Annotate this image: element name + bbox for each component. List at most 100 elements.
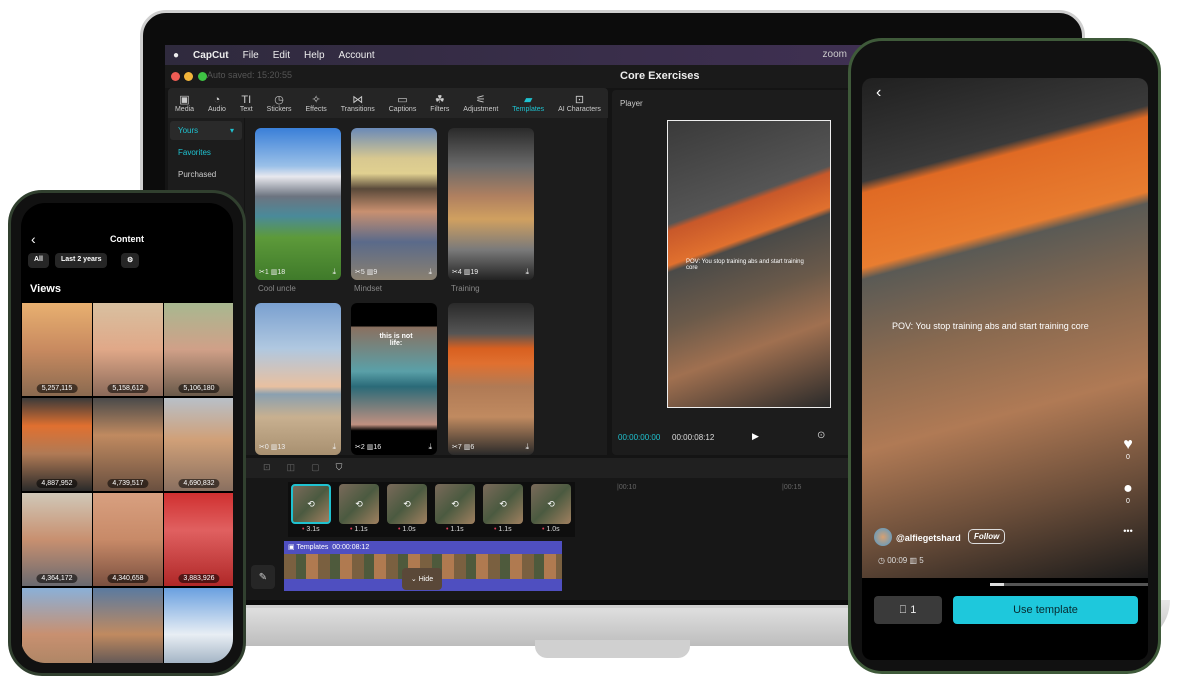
crop-icon[interactable]: ◫ <box>287 462 296 474</box>
template-card[interactable]: this is not life: ✂2 ▥16 ⤓ <box>351 303 437 455</box>
shield-icon[interactable]: ⛉ <box>336 462 343 474</box>
clip-row: ⟲ • 3.1s ⟲ • 1.1s ⟲ • 1.0s ⟲ • 1.1s ⟲ • 1.1s ⟲ • 1.… <box>288 482 575 537</box>
clip-count: 5 <box>360 269 365 276</box>
player-label: Player <box>620 99 643 108</box>
timeline-clip[interactable]: ⟲ <box>291 484 331 524</box>
template-card[interactable]: ✂1 ▥18 ⤓ <box>255 128 341 280</box>
category-purchased[interactable]: Purchased <box>170 165 242 184</box>
minimize-window-button[interactable] <box>184 72 193 81</box>
template-card[interactable]: ✂0 ▥13 ⤓ <box>255 303 341 455</box>
timeline-clip[interactable]: ⟲ <box>435 484 475 524</box>
follow-button[interactable]: Follow <box>968 529 1006 544</box>
play-icon[interactable]: ▶ <box>752 431 759 442</box>
like-button[interactable]: ♥ 0 <box>1118 436 1138 461</box>
timeline-toolbar: ⊡ ◫ ▢ ⛉ <box>245 458 865 478</box>
stickers-icon: ◷ <box>274 93 284 106</box>
category-label: Yours <box>178 126 199 135</box>
edit-icon[interactable]: ✎ <box>251 565 275 589</box>
download-icon[interactable]: ⤓ <box>332 442 336 452</box>
video-preview[interactable]: ‹ POV: You stop training abs and start t… <box>862 78 1148 578</box>
player-panel: Player POV: You stop training abs and st… <box>612 90 852 455</box>
download-icon[interactable]: ⤓ <box>428 267 432 277</box>
template-card[interactable]: ✂7 ▥6 ⤓ <box>448 303 534 455</box>
tab-label: Transitions <box>340 105 375 113</box>
view-count: 5,158,612 <box>107 384 149 393</box>
filter-all[interactable]: All <box>28 253 49 268</box>
use-template-button[interactable]: Use template <box>953 596 1138 624</box>
tab-label: Filters <box>430 105 450 113</box>
video-thumbnail[interactable]: 4,690,832 <box>164 398 233 491</box>
video-thumbnail[interactable] <box>22 588 92 663</box>
template-stats: ✂7 ▥6 <box>452 443 474 451</box>
menu-edit[interactable]: Edit <box>273 50 290 61</box>
tab-captions[interactable]: ▭ Captions <box>389 94 417 113</box>
category-favorites[interactable]: Favorites <box>170 143 242 162</box>
more-icon[interactable]: ••• <box>1118 526 1138 536</box>
playback-progress[interactable] <box>990 583 1148 586</box>
bookmark-icon: ⎕ <box>899 603 907 616</box>
video-thumbnail[interactable]: 5,106,180 <box>164 303 233 396</box>
download-icon[interactable]: ⤓ <box>525 442 529 452</box>
right-phone: ‹ POV: You stop training abs and start t… <box>848 38 1161 674</box>
maximize-window-button[interactable] <box>198 72 207 81</box>
username[interactable]: @alfiegetshard <box>896 533 961 543</box>
captions-icon: ▭ <box>397 93 408 106</box>
clip-count: 0 <box>264 444 269 451</box>
tab-transitions[interactable]: ⋈ Transitions <box>341 94 375 113</box>
video-thumbnail[interactable] <box>164 588 233 663</box>
video-thumbnail[interactable]: 3,883,926 <box>164 493 233 586</box>
template-title: Training <box>451 284 480 293</box>
video-thumbnail[interactable]: 4,887,952 <box>22 398 92 491</box>
download-icon[interactable]: ⤓ <box>428 442 432 452</box>
menu-app[interactable]: CapCut <box>193 50 229 61</box>
timeline-clip[interactable]: ⟲ <box>339 484 379 524</box>
view-count: 4,739,517 <box>107 479 149 488</box>
timeline-clip[interactable]: ⟲ <box>483 484 523 524</box>
video-thumbnail[interactable]: 4,364,172 <box>22 493 92 586</box>
templates-track[interactable]: ▣ Templates 00:00:08:12 ⌄ Hide <box>284 541 562 591</box>
fullscreen-icon[interactable]: ⊙ <box>817 430 825 441</box>
menu-file[interactable]: File <box>243 50 259 61</box>
frame-icon[interactable]: ▢ <box>311 462 320 474</box>
zoom-menubar-icon[interactable]: zoom <box>823 49 847 60</box>
category-yours[interactable]: Yours ▾ <box>170 121 242 140</box>
tab-ai-characters[interactable]: ⊡ AI Characters <box>558 94 601 113</box>
tab-text[interactable]: TI Text <box>240 94 253 113</box>
download-icon[interactable]: ⤓ <box>525 267 529 277</box>
save-button[interactable]: ⎕ 1 <box>874 596 942 624</box>
tab-templates[interactable]: ▰ Templates <box>512 94 544 113</box>
tab-adjustment[interactable]: ⚟ Adjustment <box>463 94 498 113</box>
video-thumbnail[interactable]: 4,340,658 <box>93 493 163 586</box>
filter-settings-icon[interactable]: ⚙ <box>121 253 140 268</box>
tab-filters[interactable]: ☘ Filters <box>430 94 449 113</box>
template-card[interactable]: ✂5 ▥9 ⤓ <box>351 128 437 280</box>
tab-audio[interactable]: ◔ Audio <box>208 94 226 113</box>
hide-button[interactable]: ⌄ Hide <box>402 568 442 590</box>
split-icon[interactable]: ⊡ <box>263 462 271 474</box>
save-count: 1 <box>910 604 917 616</box>
tab-effects[interactable]: ✧ Effects <box>306 94 327 113</box>
timeline-clip[interactable]: ⟲ <box>531 484 571 524</box>
filter-date-range[interactable]: Last 2 years <box>55 253 108 268</box>
tab-media[interactable]: ▣ Media <box>175 94 194 113</box>
video-thumbnail[interactable]: 4,739,517 <box>93 398 163 491</box>
avatar[interactable] <box>874 528 892 546</box>
video-thumbnail[interactable]: 5,257,115 <box>22 303 92 396</box>
text-icon: TI <box>241 93 252 106</box>
download-icon[interactable]: ⤓ <box>332 267 336 277</box>
video-thumbnail[interactable] <box>93 588 163 663</box>
template-card[interactable]: ✂4 ▥19 ⤓ <box>448 128 534 280</box>
timeline-clip[interactable]: ⟲ <box>387 484 427 524</box>
apple-icon[interactable]: ● <box>173 50 179 61</box>
tab-stickers[interactable]: ◷ Stickers <box>267 94 292 113</box>
comment-button[interactable]: ● 0 <box>1118 480 1138 505</box>
clip-duration: • 3.1s <box>302 526 320 533</box>
tab-label: Media <box>174 105 195 113</box>
timeline: ⊡ ◫ ▢ ⛉ |00:10 |00:15 ⟲ • 3.1s ⟲ • 1.1s ⟲ • 1.0s… <box>245 458 865 600</box>
back-icon[interactable]: ‹ <box>876 84 881 102</box>
close-window-button[interactable] <box>171 72 180 81</box>
video-thumbnail[interactable]: 5,158,612 <box>93 303 163 396</box>
player-preview[interactable]: POV: You stop training abs and start tra… <box>667 120 831 408</box>
menu-account[interactable]: Account <box>339 50 375 61</box>
menu-help[interactable]: Help <box>304 50 325 61</box>
